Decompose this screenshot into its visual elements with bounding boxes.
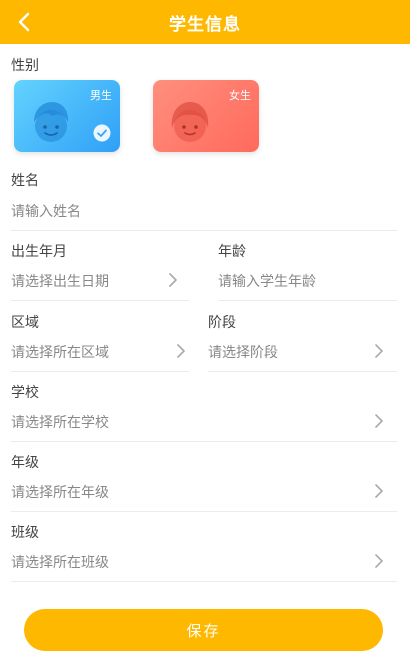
app-header: 学生信息 (0, 0, 410, 44)
gender-option-boy[interactable]: 男生 (14, 80, 120, 152)
birth-date-select[interactable]: 请选择出生日期 (11, 271, 109, 291)
name-label: 姓名 (11, 173, 39, 189)
chevron-right-icon (169, 273, 177, 287)
school-label: 学校 (11, 385, 39, 401)
chevron-right-icon (375, 414, 383, 428)
chevron-right-icon (177, 344, 185, 358)
stage-select[interactable]: 请选择阶段 (208, 342, 278, 362)
grade-select[interactable]: 请选择所在年级 (11, 482, 109, 502)
birth-label: 出生年月 (11, 244, 67, 260)
divider (11, 371, 189, 372)
gender-option-boy-label: 男生 (90, 89, 112, 102)
save-button[interactable]: 保存 (24, 609, 383, 651)
chevron-left-icon (18, 12, 30, 32)
divider (11, 230, 397, 231)
gender-option-girl-label: 女生 (229, 89, 251, 102)
back-button[interactable] (10, 8, 38, 36)
class-select[interactable]: 请选择所在班级 (11, 552, 109, 572)
divider (11, 511, 397, 512)
stage-label: 阶段 (208, 315, 236, 331)
gender-option-girl[interactable]: 女生 (153, 80, 259, 152)
page-title: 学生信息 (169, 14, 241, 35)
grade-label: 年级 (11, 455, 39, 471)
school-select[interactable]: 请选择所在学校 (11, 412, 109, 432)
age-label: 年龄 (218, 244, 246, 260)
age-input[interactable]: 请输入学生年龄 (218, 271, 316, 291)
check-circle-icon (93, 124, 111, 142)
divider (11, 441, 397, 442)
region-label: 区域 (11, 315, 39, 331)
divider (218, 300, 397, 301)
class-label: 班级 (11, 525, 39, 541)
girl-avatar-icon (171, 102, 209, 142)
divider (11, 581, 397, 582)
region-select[interactable]: 请选择所在区域 (11, 342, 109, 362)
divider (208, 371, 397, 372)
chevron-right-icon (375, 344, 383, 358)
boy-avatar-icon (34, 102, 69, 142)
gender-label: 性别 (11, 58, 39, 74)
name-input[interactable]: 请输入姓名 (11, 201, 81, 221)
chevron-right-icon (375, 484, 383, 498)
chevron-right-icon (375, 554, 383, 568)
divider (11, 300, 189, 301)
